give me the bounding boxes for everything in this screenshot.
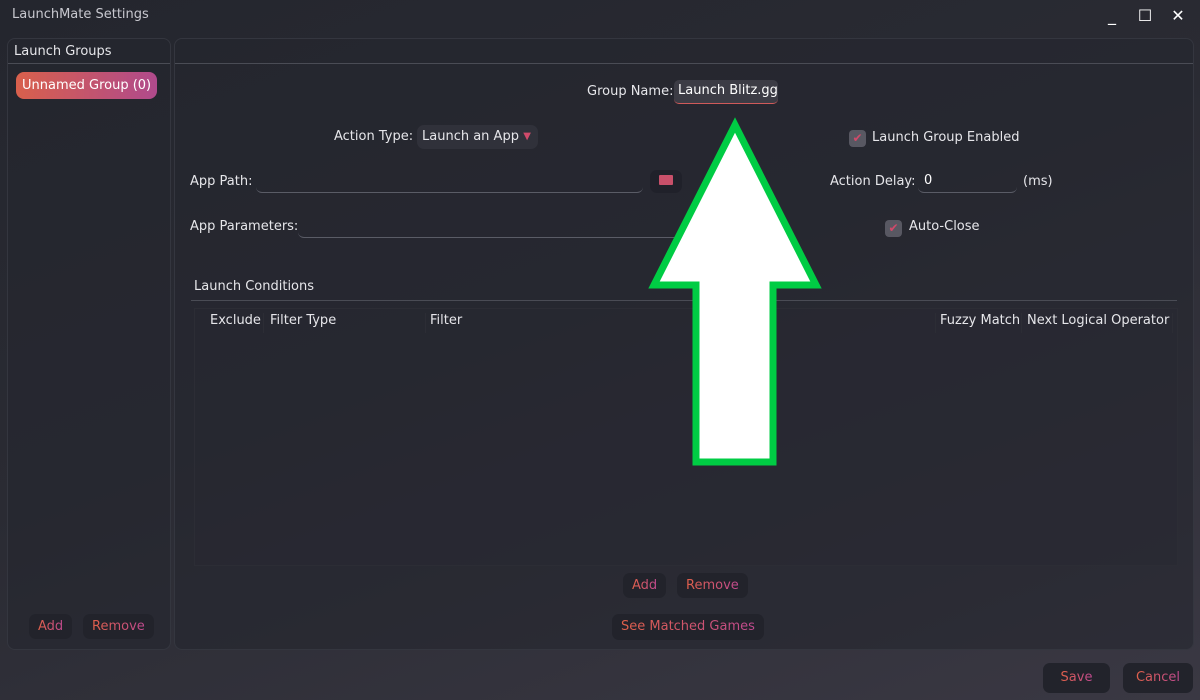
annotation-arrow [648,117,822,466]
